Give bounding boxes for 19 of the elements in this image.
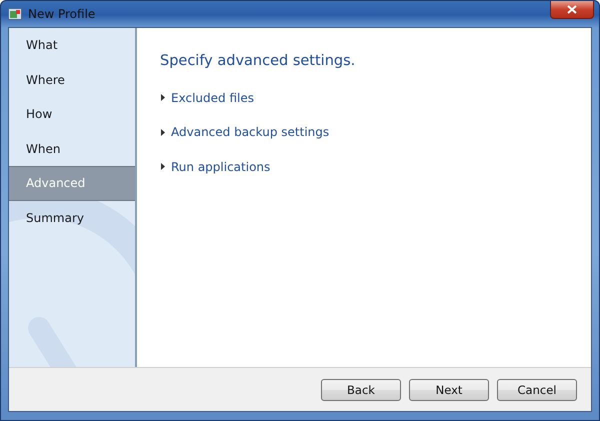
close-button[interactable] xyxy=(550,1,594,19)
sidebar-item[interactable]: Summary xyxy=(9,200,135,235)
expander-link[interactable]: Run applications xyxy=(160,158,270,175)
expander-link[interactable]: Advanced backup settings xyxy=(160,124,330,140)
sidebar-item[interactable]: Where xyxy=(9,62,135,97)
dialog-button[interactable]: Back xyxy=(321,378,401,400)
close-icon xyxy=(567,5,577,14)
triangle-icon xyxy=(160,128,165,136)
dialog-button[interactable]: Next xyxy=(409,378,489,400)
app-icon xyxy=(8,7,22,21)
expander-link[interactable]: Excluded files xyxy=(160,89,254,106)
sidebar-item[interactable]: When xyxy=(9,132,135,166)
page-heading: Specify advanced settings. xyxy=(160,53,356,69)
window-title: New Profile xyxy=(28,7,96,21)
sidebar-item[interactable]: How xyxy=(9,97,135,132)
triangle-icon xyxy=(160,163,165,170)
sidebar-item[interactable]: What xyxy=(9,28,135,62)
dialog-button[interactable]: Cancel xyxy=(497,378,577,400)
triangle-icon xyxy=(160,94,165,101)
